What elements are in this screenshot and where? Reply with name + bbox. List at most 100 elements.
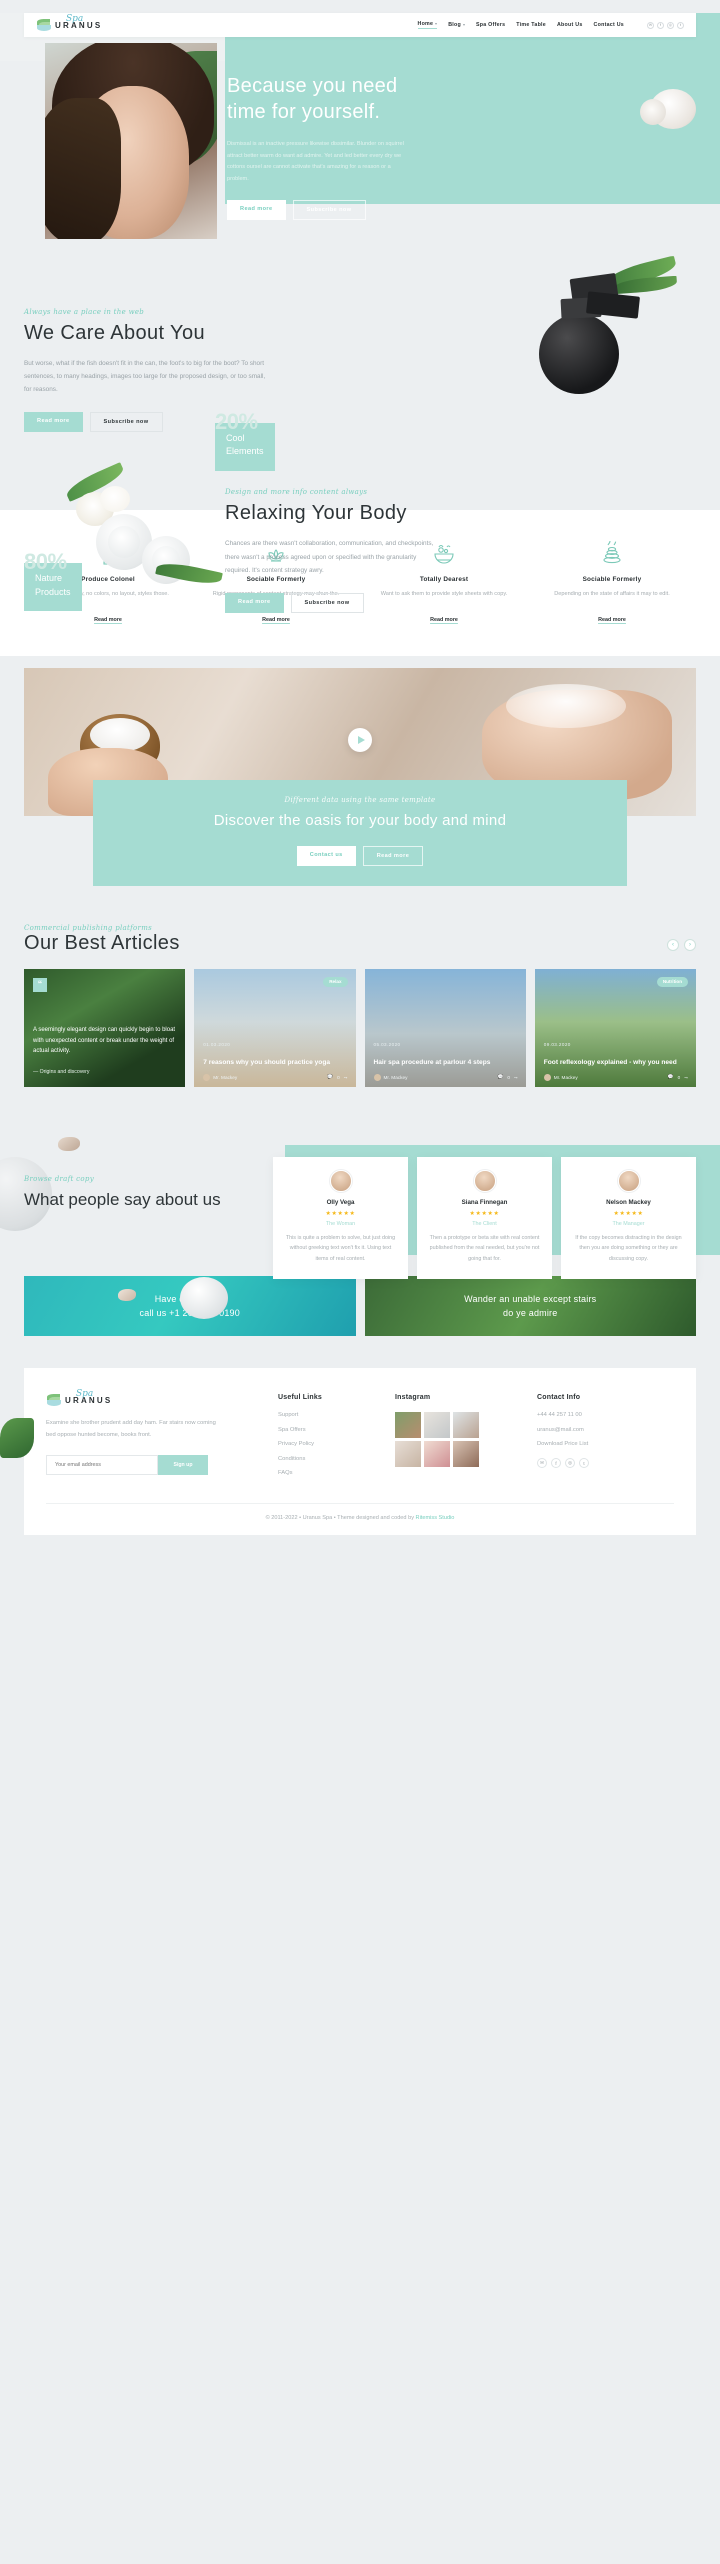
facebook-icon[interactable]: f (657, 21, 664, 29)
instagram-grid (395, 1412, 507, 1468)
article-meta: Mr. Mackey 💬 0 ⤳ (373, 1073, 518, 1081)
facebook-icon[interactable]: f (551, 1458, 561, 1469)
care-title: We Care About You (24, 322, 206, 344)
twitter-icon[interactable]: t (677, 21, 684, 29)
article-tag: Nutrition (656, 976, 688, 987)
article-author: Mr. Mackey (213, 1074, 238, 1080)
brand-script: Spa (66, 13, 84, 24)
nav-item-time-table[interactable]: Time Table (516, 22, 546, 28)
footer-about-text: Examine she brother prudent add day ham.… (46, 1420, 216, 1439)
instagram-thumb[interactable] (424, 1412, 450, 1439)
brand-logo[interactable]: URANUS Spa (36, 14, 102, 32)
newsletter-form: Sign up (46, 1454, 256, 1475)
nav-item-about-us[interactable]: About Us (557, 22, 583, 28)
articles-carousel-controls: ‹ › (667, 938, 696, 951)
footer-link-conditions[interactable]: Conditions (278, 1456, 373, 1462)
care-stat-label-2: Elements (226, 446, 264, 457)
site-header: URANUS Spa Home Blog Spa Offers Time Tab… (24, 13, 696, 37)
footer-link-spa-offers[interactable]: Spa Offers (278, 1427, 373, 1433)
email-input[interactable] (46, 1454, 158, 1475)
article-card[interactable]: 05.03.2020 Hair spa procedure at parlour… (364, 968, 526, 1087)
article-card[interactable]: Relax 01.03.2020 7 reasons why you shoul… (194, 968, 356, 1087)
relax-eyebrow: Design and more info content always (225, 488, 368, 497)
cta-section: Have questions? call us +1 202 555 0190 … (24, 1276, 696, 1337)
hot-stones-icon (536, 538, 688, 568)
leaf-wave-logo-icon (36, 18, 53, 32)
footer-link-privacy-policy[interactable]: Privacy Policy (278, 1441, 373, 1447)
comment-icon[interactable]: 💬 (668, 1074, 674, 1080)
articles-grid: “ A seemingly elegant design can quickly… (24, 968, 696, 1087)
instagram-icon[interactable]: ◎ (565, 1458, 575, 1469)
relax-text: Design and more info content always Rela… (225, 488, 437, 613)
play-button-icon[interactable] (348, 728, 372, 752)
cta-banner-admire[interactable]: Wander an unable except stairs do ye adm… (364, 1276, 696, 1337)
hero-photo (45, 43, 217, 239)
footer-link-support[interactable]: Support (278, 1412, 373, 1418)
relax-read-more-button[interactable]: Read more (225, 592, 284, 613)
chevron-left-icon[interactable]: ‹ (667, 938, 679, 951)
relax-paragraph: Chances are there wasn't collaboration, … (225, 540, 434, 574)
feature-read-more-link[interactable]: Read more (262, 617, 290, 623)
footer-instagram-title: Instagram (395, 1394, 431, 1402)
hero-subscribe-button[interactable]: Subscribe now (292, 199, 366, 220)
testimonial-card: Siana Finnegan ★★★★★ The Client Then a p… (417, 1156, 552, 1280)
nav-item-contact-us[interactable]: Contact Us (594, 22, 624, 28)
feature-read-more-link[interactable]: Read more (430, 617, 458, 623)
hero-read-more-button[interactable]: Read more (227, 199, 286, 220)
comment-icon[interactable]: 💬 (498, 1074, 504, 1080)
envelope-icon[interactable]: ✉ (537, 1458, 547, 1469)
oasis-buttons: Contact us Read more (93, 845, 627, 866)
testimonials-eyebrow: Browse draft copy (24, 1174, 94, 1183)
share-icon[interactable]: ⤳ (684, 1075, 688, 1080)
article-actions: 💬 0 ⤳ (498, 1074, 518, 1080)
hero-buttons: Read more Subscribe now (227, 199, 437, 220)
feature-card[interactable]: Sociable Formerly Depending on the state… (528, 538, 696, 626)
articles-eyebrow: Commercial publishing platforms (24, 923, 153, 932)
instagram-thumb[interactable] (424, 1441, 450, 1468)
nav-item-blog[interactable]: Blog (448, 22, 465, 28)
article-author: Mr. Mackey (553, 1074, 578, 1080)
oasis-read-more-button[interactable]: Read more (362, 845, 424, 866)
comment-icon[interactable]: 💬 (327, 1074, 333, 1080)
instagram-thumb[interactable] (453, 1412, 479, 1439)
instagram-thumb[interactable] (395, 1441, 421, 1468)
article-card[interactable]: Nutrition 09.03.2020 Foot reflexology ex… (534, 968, 696, 1087)
quote-source: — Origins and discovery (33, 1068, 90, 1075)
testimonial-text: Then a prototype or beta site with real … (429, 1234, 540, 1262)
relax-buttons: Read more Subscribe now (225, 592, 437, 613)
care-subscribe-button[interactable]: Subscribe now (89, 412, 163, 433)
share-icon[interactable]: ⤳ (514, 1075, 518, 1080)
twitter-icon[interactable]: t (579, 1458, 589, 1469)
brand-script: Spa (76, 1389, 94, 1400)
instagram-icon[interactable]: ◎ (667, 21, 674, 29)
relax-stat-label-1: Nature (35, 573, 63, 584)
relax-stat-label-2: Products (35, 586, 71, 597)
relax-subscribe-button[interactable]: Subscribe now (290, 592, 364, 613)
instagram-thumb[interactable] (395, 1412, 421, 1439)
share-icon[interactable]: ⤳ (344, 1075, 348, 1080)
chevron-right-icon[interactable]: › (684, 938, 696, 951)
nav-item-home[interactable]: Home (417, 21, 438, 29)
copyright-text: © 2011-2022 • Uranus Spa • Theme designe… (265, 1514, 416, 1521)
contact-price-list[interactable]: Download Price List (537, 1441, 657, 1447)
envelope-icon[interactable]: ✉ (647, 21, 654, 29)
footer-link-faqs[interactable]: FAQs (278, 1470, 373, 1476)
hero-cream-swirl (640, 89, 696, 129)
article-title: Foot reflexology explained - why you nee… (543, 1058, 677, 1066)
signup-button[interactable]: Sign up (158, 1454, 208, 1475)
site-footer: URANUS Spa Examine she brother prudent a… (0, 1368, 696, 1535)
hero-text: Because you need time for yourself. Dism… (227, 73, 437, 220)
footer-logo[interactable]: URANUS Spa (46, 1389, 256, 1407)
star-rating: ★★★★★ (325, 1210, 356, 1217)
oasis-contact-button[interactable]: Contact us (296, 845, 356, 866)
testimonials-section: Browse draft copy What people say about … (0, 1131, 720, 1319)
care-read-more-button[interactable]: Read more (24, 412, 83, 433)
feature-read-more-link[interactable]: Read more (598, 617, 626, 623)
nav-item-spa-offers[interactable]: Spa Offers (476, 22, 505, 28)
avatar (373, 1073, 381, 1081)
feature-read-more-link[interactable]: Read more (94, 617, 122, 623)
footer-links-title: Useful Links (278, 1394, 323, 1402)
articles-header: Commercial publishing platforms Our Best… (24, 924, 696, 955)
instagram-thumb[interactable] (453, 1441, 479, 1468)
article-quote-card[interactable]: “ A seemingly elegant design can quickly… (24, 968, 186, 1087)
